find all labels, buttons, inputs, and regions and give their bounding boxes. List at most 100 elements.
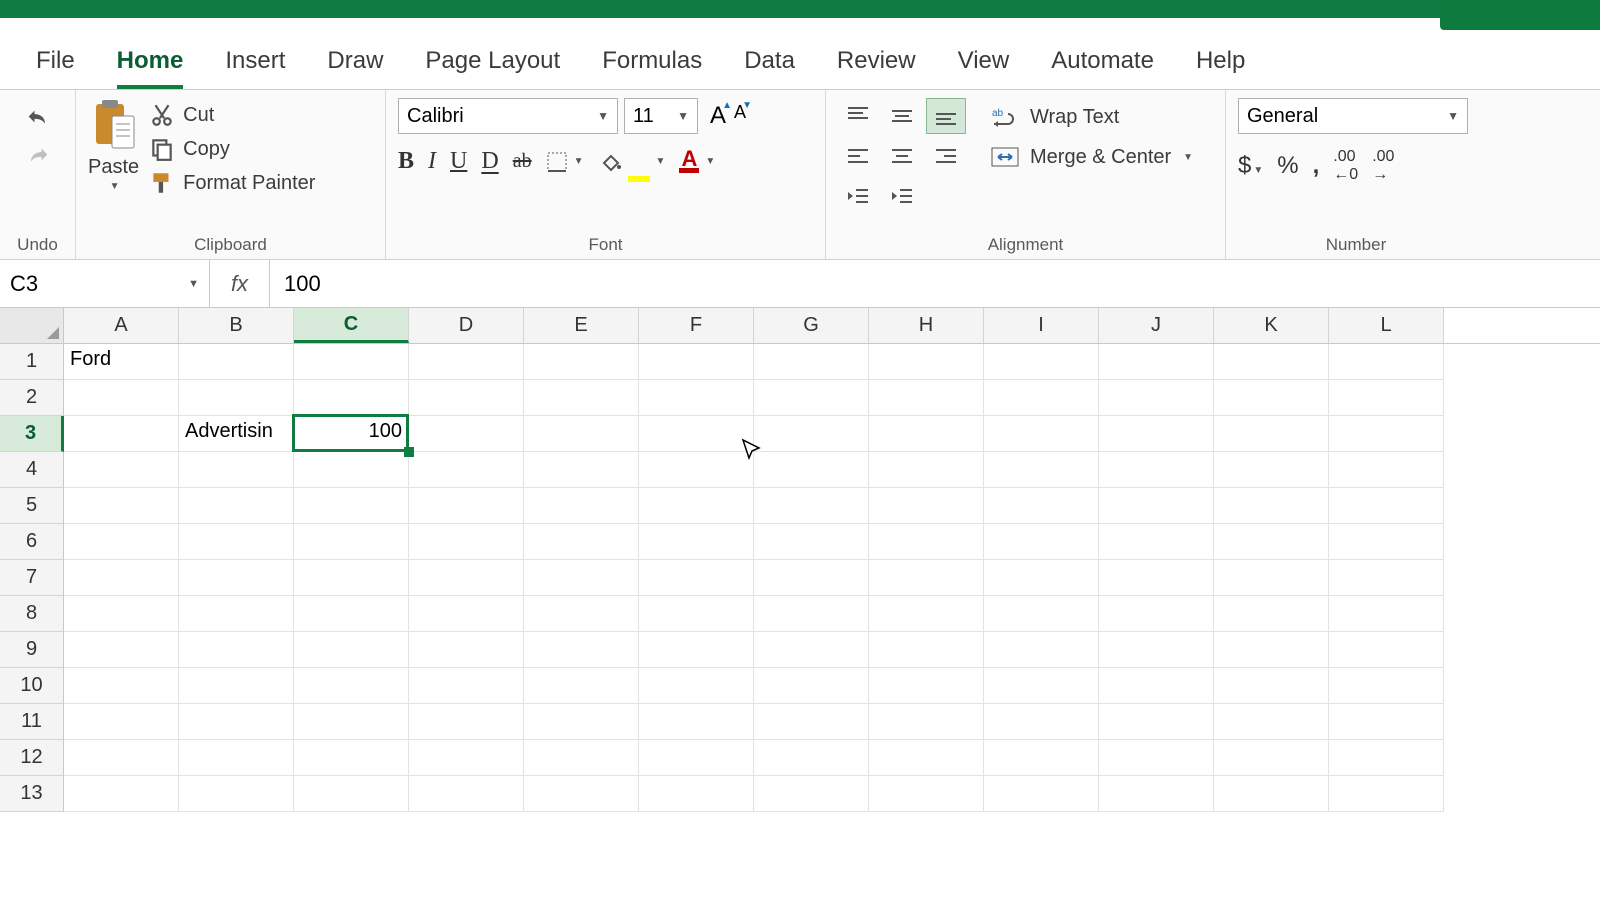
tab-formulas[interactable]: Formulas [602,47,702,89]
tab-view[interactable]: View [958,47,1010,89]
cell-K1[interactable] [1214,344,1329,380]
tab-automate[interactable]: Automate [1051,47,1154,89]
increase-font-size-button[interactable]: A▲ [710,102,726,130]
cell-F3[interactable] [639,416,754,452]
copy-button[interactable]: Copy [149,136,315,162]
cell-H10[interactable] [869,668,984,704]
cell-D8[interactable] [409,596,524,632]
formula-input[interactable]: 100 [270,271,1600,297]
row-header-11[interactable]: 11 [0,704,64,740]
format-painter-button[interactable]: Format Painter [149,170,315,196]
cell-L10[interactable] [1329,668,1444,704]
align-right-button[interactable] [926,138,966,174]
cell-C13[interactable] [294,776,409,812]
cell-J1[interactable] [1099,344,1214,380]
name-box[interactable]: C3 ▼ [0,260,210,307]
undo-icon[interactable] [21,106,55,134]
cell-G1[interactable] [754,344,869,380]
cell-A8[interactable] [64,596,179,632]
row-header-8[interactable]: 8 [0,596,64,632]
cell-G9[interactable] [754,632,869,668]
row-header-1[interactable]: 1 [0,344,64,380]
cell-J12[interactable] [1099,740,1214,776]
cell-A10[interactable] [64,668,179,704]
increase-indent-button[interactable] [882,178,922,214]
cell-C5[interactable] [294,488,409,524]
cell-K2[interactable] [1214,380,1329,416]
underline-button[interactable]: U [450,148,467,175]
cell-H2[interactable] [869,380,984,416]
cell-I7[interactable] [984,560,1099,596]
cell-J7[interactable] [1099,560,1214,596]
cell-G6[interactable] [754,524,869,560]
cell-C11[interactable] [294,704,409,740]
cell-I1[interactable] [984,344,1099,380]
cell-E1[interactable] [524,344,639,380]
cell-H7[interactable] [869,560,984,596]
cell-C8[interactable] [294,596,409,632]
cell-E2[interactable] [524,380,639,416]
cell-C6[interactable] [294,524,409,560]
double-underline-button[interactable]: D [481,148,498,175]
font-name-combo[interactable]: Calibri ▼ [398,98,618,134]
cell-C10[interactable] [294,668,409,704]
cell-H8[interactable] [869,596,984,632]
col-header-D[interactable]: D [409,308,524,343]
row-header-6[interactable]: 6 [0,524,64,560]
tab-review[interactable]: Review [837,47,916,89]
row-header-12[interactable]: 12 [0,740,64,776]
cell-C4[interactable] [294,452,409,488]
cell-G7[interactable] [754,560,869,596]
cell-F6[interactable] [639,524,754,560]
cell-C9[interactable] [294,632,409,668]
cell-A3[interactable] [64,416,179,452]
cell-D5[interactable] [409,488,524,524]
col-header-H[interactable]: H [869,308,984,343]
cell-L6[interactable] [1329,524,1444,560]
merge-center-button[interactable]: Merge & Center ▼ [990,144,1193,170]
col-header-A[interactable]: A [64,308,179,343]
cell-G12[interactable] [754,740,869,776]
decrease-font-size-button[interactable]: A▼ [734,102,746,130]
font-color-button[interactable]: A ▼ [679,150,715,173]
cell-I3[interactable] [984,416,1099,452]
cell-B1[interactable] [179,344,294,380]
cell-L3[interactable] [1329,416,1444,452]
cell-I12[interactable] [984,740,1099,776]
tab-home[interactable]: Home [117,47,184,89]
cell-B5[interactable] [179,488,294,524]
cell-C7[interactable] [294,560,409,596]
cell-J11[interactable] [1099,704,1214,740]
col-header-G[interactable]: G [754,308,869,343]
cell-I13[interactable] [984,776,1099,812]
cell-E3[interactable] [524,416,639,452]
row-header-10[interactable]: 10 [0,668,64,704]
cell-J8[interactable] [1099,596,1214,632]
cell-C2[interactable] [294,380,409,416]
row-header-7[interactable]: 7 [0,560,64,596]
cell-D6[interactable] [409,524,524,560]
cell-A6[interactable] [64,524,179,560]
col-header-C[interactable]: C [294,308,409,343]
cell-L13[interactable] [1329,776,1444,812]
cell-K3[interactable] [1214,416,1329,452]
tab-help[interactable]: Help [1196,47,1245,89]
cell-I10[interactable] [984,668,1099,704]
cell-E6[interactable] [524,524,639,560]
wrap-text-button[interactable]: ab Wrap Text [990,104,1193,130]
cell-H5[interactable] [869,488,984,524]
strikethrough-button[interactable]: ab [513,150,532,173]
cell-L5[interactable] [1329,488,1444,524]
borders-button[interactable]: ▼ [546,151,584,173]
cell-F13[interactable] [639,776,754,812]
cell-K9[interactable] [1214,632,1329,668]
cell-I9[interactable] [984,632,1099,668]
bold-button[interactable]: B [398,148,414,175]
cell-H4[interactable] [869,452,984,488]
cell-D1[interactable] [409,344,524,380]
select-all-corner[interactable] [0,308,64,343]
cell-G8[interactable] [754,596,869,632]
cell-B10[interactable] [179,668,294,704]
cell-D10[interactable] [409,668,524,704]
cell-A4[interactable] [64,452,179,488]
